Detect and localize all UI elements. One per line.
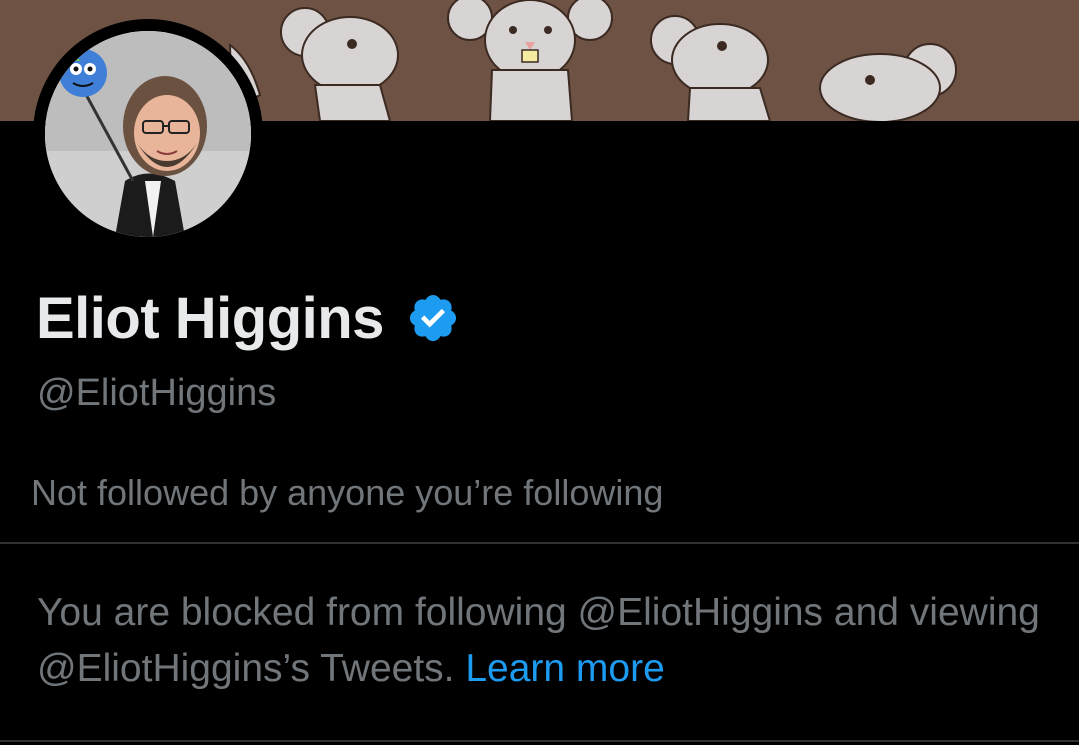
blocked-notice: You are blocked from following @EliotHig… bbox=[37, 585, 1067, 697]
section-divider bbox=[0, 542, 1079, 544]
avatar[interactable] bbox=[45, 31, 251, 237]
verified-badge-icon[interactable] bbox=[406, 291, 460, 345]
display-name: Eliot Higgins bbox=[36, 285, 384, 351]
avatar-image bbox=[45, 31, 251, 237]
profile-handle: @EliotHiggins bbox=[37, 372, 277, 414]
profile-name-row: Eliot Higgins bbox=[36, 280, 460, 356]
learn-more-link[interactable]: Learn more bbox=[465, 647, 664, 690]
followers-you-know-note[interactable]: Not followed by anyone you’re following bbox=[31, 472, 663, 514]
bottom-divider bbox=[0, 740, 1079, 742]
